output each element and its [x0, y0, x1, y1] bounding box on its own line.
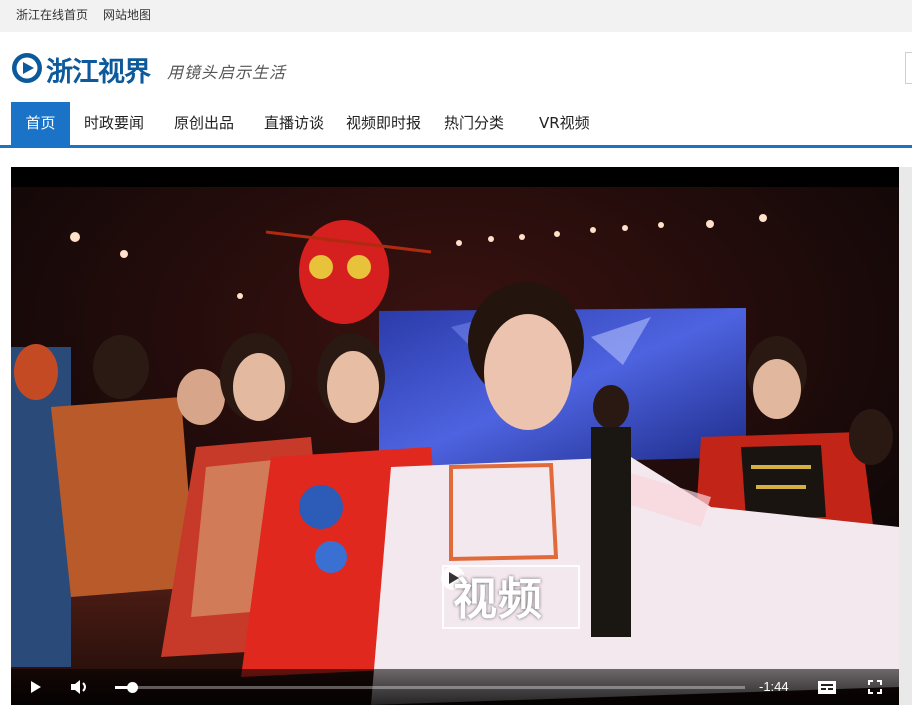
video-player[interactable]: 视频 -1:44	[11, 167, 899, 705]
nav-item-news-video[interactable]: 视频即时报	[346, 102, 421, 145]
nav-item-politics[interactable]: 时政要闻	[84, 102, 144, 145]
video-control-bar: -1:44	[11, 669, 899, 705]
main-nav: 首页 时政要闻 原创出品 直播访谈 视频即时报 热门分类 VR视频	[0, 102, 912, 148]
nav-item-live[interactable]: 直播访谈	[264, 102, 324, 145]
search-input[interactable]	[905, 52, 912, 84]
video-time-remaining: -1:44	[759, 679, 789, 694]
video-watermark-text: 视频	[453, 574, 543, 625]
nav-item-vr[interactable]: VR视频	[539, 102, 590, 145]
site-slogan: 用镜头启示生活	[167, 63, 287, 82]
top-utility-bar: 浙江在线首页 网站地图	[0, 0, 912, 32]
captions-icon[interactable]	[809, 669, 845, 705]
nav-item-home[interactable]: 首页	[11, 102, 70, 145]
sitemap-link[interactable]: 网站地图	[103, 6, 151, 23]
page-scrollbar[interactable]	[899, 167, 912, 705]
nav-item-categories[interactable]: 热门分类	[444, 102, 504, 145]
logo-play-icon[interactable]	[11, 52, 43, 84]
volume-icon[interactable]	[61, 669, 97, 705]
fullscreen-icon[interactable]	[857, 669, 893, 705]
zjol-home-link[interactable]: 浙江在线首页	[16, 6, 88, 23]
play-icon[interactable]	[17, 669, 53, 705]
video-progress-bar[interactable]	[115, 682, 745, 693]
video-progress-handle[interactable]	[127, 682, 138, 693]
site-logo-text[interactable]: 浙江视界	[46, 50, 151, 89]
nav-item-original[interactable]: 原创出品	[174, 102, 234, 145]
